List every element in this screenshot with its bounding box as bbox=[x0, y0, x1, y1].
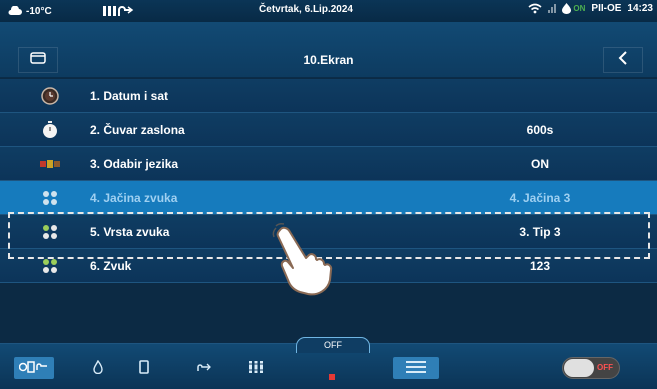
signal-icon bbox=[548, 4, 557, 13]
off-status-tab[interactable]: OFF bbox=[296, 337, 370, 353]
flame-outline-icon bbox=[93, 359, 103, 376]
operating-mode: PII-OE bbox=[591, 3, 622, 14]
sound-type-icon bbox=[40, 224, 60, 240]
menu-lines-icon bbox=[406, 360, 426, 376]
power-toggle[interactable]: OFF bbox=[562, 357, 620, 379]
list-item-screensaver[interactable]: 2. Čuvar zaslona 600s bbox=[0, 113, 657, 147]
status-on-tag: ON bbox=[573, 4, 586, 13]
chevron-left-icon bbox=[618, 50, 628, 70]
hand-pointer-icon bbox=[266, 222, 342, 303]
list-item-date-time[interactable]: 1. Datum i sat bbox=[0, 79, 657, 113]
outdoor-temperature: -10°C bbox=[26, 5, 52, 17]
title-bar: 10.Ekran bbox=[0, 22, 657, 78]
sound-level-icon bbox=[40, 190, 60, 206]
wifi-icon bbox=[528, 3, 542, 14]
boiler-pump-icon bbox=[102, 4, 134, 18]
status-time: 14:23 bbox=[627, 3, 653, 14]
boiler-icon bbox=[18, 361, 49, 375]
flame-icon bbox=[562, 3, 572, 14]
nav-boiler-button[interactable] bbox=[14, 357, 54, 379]
toggle-knob bbox=[564, 359, 594, 377]
sound-icon bbox=[40, 258, 60, 274]
radiator-icon bbox=[248, 360, 264, 376]
toggle-label: OFF bbox=[597, 363, 613, 372]
stopwatch-icon bbox=[40, 121, 60, 138]
back-button[interactable] bbox=[603, 47, 643, 73]
list-item-sound-level[interactable]: 4. Jačina zvuka 4. Jačina 3 bbox=[0, 181, 657, 215]
stop-indicator-icon bbox=[329, 374, 335, 380]
nav-flame-button[interactable] bbox=[88, 357, 108, 379]
list-item-label: 5. Vrsta zvuka bbox=[90, 225, 170, 239]
list-item-language[interactable]: 3. Odabir jezika ON bbox=[0, 147, 657, 181]
nav-pump-button[interactable] bbox=[192, 357, 216, 379]
list-item-label: 3. Odabir jezika bbox=[90, 157, 179, 171]
list-item-label: 4. Jačina zvuka bbox=[90, 191, 178, 205]
list-item-value: 3. Tip 3 bbox=[519, 225, 561, 239]
list-item-label: 6. Zvuk bbox=[90, 259, 132, 273]
status-bar: -10°C Četvrtak, 6.Lip.2024 ON PII-OE 14:… bbox=[0, 0, 657, 22]
nav-menu-button[interactable] bbox=[393, 357, 439, 379]
list-item-label: 1. Datum i sat bbox=[90, 89, 169, 103]
list-item-value: ON bbox=[531, 157, 549, 171]
pump-icon bbox=[196, 361, 212, 375]
list-item-value: 600s bbox=[526, 123, 554, 137]
weather-cloud-icon bbox=[8, 6, 22, 16]
tank-icon bbox=[139, 360, 149, 376]
nav-tank-button[interactable] bbox=[134, 357, 154, 379]
page-title: 10.Ekran bbox=[303, 53, 354, 67]
language-icon bbox=[40, 156, 60, 172]
clock-icon bbox=[40, 87, 60, 105]
list-item-value: 123 bbox=[529, 259, 551, 273]
nav-radiator-button[interactable] bbox=[244, 357, 268, 379]
list-item-label: 2. Čuvar zaslona bbox=[90, 123, 185, 137]
status-date: Četvrtak, 6.Lip.2024 bbox=[259, 4, 353, 15]
list-item-value: 4. Jačina 3 bbox=[509, 191, 571, 205]
